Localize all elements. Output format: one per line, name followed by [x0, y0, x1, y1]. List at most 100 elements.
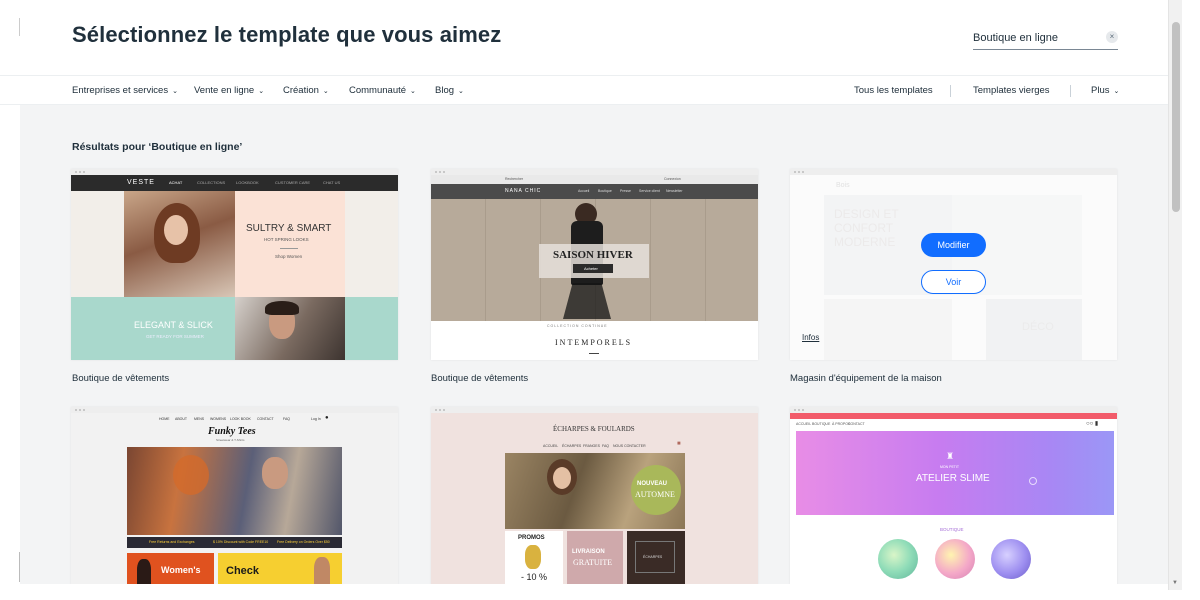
template-card-funky-tees[interactable]: HOME ABOUT MENS WOMENS LOOK BOOK CONTACT… — [71, 407, 398, 585]
preview-promo: $ 10% Discount with Code FREE10 — [213, 540, 269, 544]
results-area: Résultats pour ‘Boutique en ligne’ VESTE… — [20, 105, 1168, 585]
preview-tile-label: Check — [226, 565, 260, 577]
preview-hero-photo — [127, 447, 342, 535]
preview-photo-woman — [124, 191, 235, 297]
header-divider — [19, 18, 20, 36]
cart-icon: ● — [325, 415, 329, 421]
preview-logo-glyph: ♜ — [946, 451, 955, 461]
chevron-down-icon: ⌄ — [172, 88, 178, 95]
social-icons: ○○ ▮ — [1086, 421, 1099, 427]
preview-login: Log In — [311, 417, 321, 421]
preview-promo: Free Returns and Exchanges — [149, 540, 195, 544]
preview-menu-item: ACHAT — [169, 180, 183, 185]
preview-promo-strip: Free Returns and Exchanges $ 10% Discoun… — [127, 537, 342, 548]
preview-tagline: Streetwear & T-Shirts — [216, 438, 245, 442]
preview-badge: NOUVEAU AUTOMNE — [631, 465, 681, 515]
preview-menu-item: ACCUEIL — [543, 444, 559, 448]
view-template-button[interactable]: Voir — [921, 270, 986, 294]
preview-panel-pink: SULTRY & SMART HOT SPRING LOOKS Shop Wom… — [235, 191, 345, 297]
preview-tile-promos: PROMOS - 10 % — [505, 531, 563, 585]
scrollbar-thumb[interactable] — [1172, 22, 1180, 212]
preview-menu-item: Service client — [639, 189, 660, 193]
template-name[interactable]: Magasin d'équipement de la maison — [790, 373, 942, 384]
preview-subheadline: GET READY FOR SUMMER — [146, 334, 204, 339]
preview-badge-text: AUTOMNE — [635, 490, 675, 499]
chevron-down-icon: ⌄ — [410, 88, 416, 95]
clear-search-icon[interactable]: × — [1106, 31, 1118, 43]
preview-menu-item: Presse — [620, 189, 631, 193]
preview-menu-item: COLLECTIONS — [197, 180, 226, 185]
preview-hero-box: SAISON HIVER Acheter — [539, 244, 649, 278]
preview-menu-item: CONTACT — [848, 422, 865, 426]
template-card-echarpes[interactable]: ÉCHARPES & FOULARDS ACCUEIL ÉCHARPES FRA… — [431, 407, 758, 585]
preview-section-title: BOUTIQUE — [940, 527, 964, 532]
preview-photo-man — [235, 297, 345, 360]
preview-menu-item: CONTACT — [257, 417, 274, 421]
preview-product-slime — [878, 539, 918, 579]
preview-tile-delivery: LIVRAISON GRATUITE — [567, 531, 623, 585]
cart-icon: ■ — [677, 441, 681, 447]
nav-communaute[interactable]: Communauté ⌄ — [349, 85, 416, 96]
preview-headline: SULTRY & SMART — [246, 223, 332, 234]
category-nav: Entreprises et services ⌄ Vente en ligne ⌄… — [0, 75, 1168, 105]
chevron-down-icon: ⌄ — [458, 88, 464, 95]
preview-menu-item: FRANGES — [583, 444, 600, 448]
template-name[interactable]: Boutique de vêtements — [431, 373, 528, 384]
preview-menu-item: CUSTOMER CARE — [275, 180, 311, 185]
edit-template-button[interactable]: Modifier — [921, 233, 986, 257]
preview-panel — [345, 297, 398, 360]
chevron-down-icon: ⌄ — [322, 88, 329, 95]
template-card-maison[interactable]: Bois DESIGN ET CONFORT MODERNE DÉCO Modi… — [790, 169, 1117, 360]
preview-menu-item: Accueil — [578, 189, 590, 193]
preview-panel — [71, 191, 124, 297]
preview-product-slime — [935, 539, 975, 579]
chevron-down-icon: ⌄ — [258, 88, 265, 95]
nav-entreprises-et-services[interactable]: Entreprises et services ⌄ — [72, 85, 178, 96]
preview-tile-check: Check — [218, 553, 342, 585]
nav-label: Communauté — [349, 85, 407, 96]
nav-label: Blog — [435, 85, 455, 96]
nav-separator — [1070, 85, 1071, 97]
preview-search-link: Rechercher — [505, 177, 524, 181]
nav-templates-vierges[interactable]: Templates vierges — [973, 85, 1050, 96]
preview-tile-women: Women's — [127, 553, 214, 585]
template-card-nana-chic[interactable]: Rechercher Connexion NANA CHIC Accueil B… — [431, 169, 758, 360]
preview-brand: ATELIER SLIME — [916, 473, 990, 484]
preview-cta: Shop Women — [275, 254, 303, 259]
preview-menu-bar: NANA CHIC Accueil Boutique Presse Servic… — [431, 184, 758, 199]
search-input[interactable] — [973, 28, 1098, 48]
page-scrollbar[interactable]: ▼ — [1168, 0, 1182, 590]
search-box[interactable]: × — [973, 28, 1118, 50]
template-name[interactable]: Boutique de vêtements — [72, 373, 169, 384]
nav-creation[interactable]: Création ⌄ — [283, 85, 329, 96]
preview-brand: ÉCHARPES & FOULARDS — [553, 425, 635, 433]
preview-subheadline: HOT SPRING LOOKS — [264, 237, 309, 242]
preview-hero-gradient: ♜ MON PETIT ATELIER SLIME — [796, 431, 1114, 515]
preview-headline: SAISON HIVER — [553, 249, 633, 261]
preview-panel — [345, 191, 398, 297]
preview-caption: COLLECTION CONTINUE — [547, 324, 608, 328]
preview-menu-item: Boutique — [598, 189, 612, 193]
preview-tile-label: Women's — [161, 565, 201, 575]
preview-menu-item: FAQ — [602, 444, 610, 448]
preview-menu-item: ÉCHARPES — [562, 444, 582, 448]
nav-plus[interactable]: Plus ⌄ — [1091, 85, 1119, 96]
window-edge — [19, 552, 20, 582]
preview-menu-item: BOUTIQUE — [812, 422, 831, 426]
preview-headline: ELEGANT & SLICK — [134, 320, 213, 330]
preview-topbar: Rechercher Connexion — [431, 175, 758, 184]
preview-menu-item: FAQ — [283, 417, 291, 421]
scroll-down-icon[interactable]: ▼ — [1172, 580, 1178, 586]
preview-menu-item: HOME — [159, 417, 170, 421]
template-card-veste[interactable]: VESTE ACHAT COLLECTIONS LOOKBOOK CUSTOME… — [71, 169, 398, 360]
header: Sélectionnez le template que vous aimez … — [0, 0, 1168, 75]
template-info-link[interactable]: Infos — [802, 333, 819, 342]
nav-vente-en-ligne[interactable]: Vente en ligne ⌄ — [194, 85, 264, 96]
nav-blog[interactable]: Blog ⌄ — [435, 85, 464, 96]
preview-menu-item: LOOK BOOK — [230, 417, 251, 421]
template-card-atelier-slime[interactable]: ACCUEIL BOUTIQUE À PROPOS CONTACT ○○ ▮ ♜… — [790, 407, 1117, 585]
preview-panel-mint: ELEGANT & SLICK GET READY FOR SUMMER — [71, 297, 235, 360]
preview-tile-value: - 10 % — [521, 572, 548, 582]
nav-tous-les-templates[interactable]: Tous les templates — [854, 85, 933, 96]
results-heading: Résultats pour ‘Boutique en ligne’ — [72, 141, 243, 153]
